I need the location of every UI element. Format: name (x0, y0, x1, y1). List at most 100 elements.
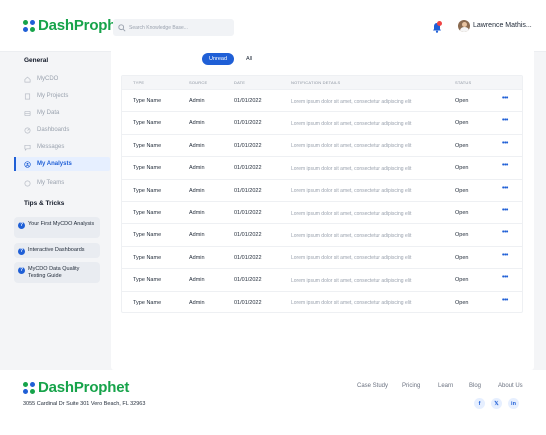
sidebar-item-label: My Data (37, 110, 60, 116)
type-cell: Type Name (133, 299, 162, 306)
source-cell: Admin (189, 120, 205, 127)
table-row[interactable]: Type Name Admin 01/01/2022 Lorem ipsum dolo… (122, 268, 522, 290)
notifications-card: Unread All TYPE SOURCE DATE NOTIFICATION… (111, 41, 534, 370)
details-cell: Lorem ipsum dolor sit amet, consectetur … (291, 277, 412, 284)
avatar[interactable] (458, 20, 470, 32)
tip-first-analysis[interactable]: ? Your First MyCDO Analysis (14, 217, 100, 238)
search-icon (118, 23, 126, 32)
facebook-icon[interactable]: f (474, 398, 485, 409)
table-row[interactable]: Type Name Admin 01/01/2022 Lorem ipsum dolo… (122, 178, 522, 201)
table-row[interactable]: Type Name Admin 01/01/2022 Lorem ipsum dolo… (122, 290, 522, 313)
question-icon: ? (18, 247, 25, 255)
team-icon (24, 180, 31, 186)
footer-logo[interactable]: DashProphet (23, 379, 129, 396)
column-header-type: TYPE (133, 80, 145, 85)
more-options-icon[interactable]: ••• (502, 297, 508, 304)
table-row[interactable]: Type Name Admin 01/01/2022 Lorem ipsum dolo… (122, 245, 522, 268)
notifications-table: TYPE SOURCE DATE NOTIFICATION DETAILS ST… (121, 75, 523, 313)
details-cell: Lorem ipsum dolor sit amet, consectetur … (291, 255, 412, 262)
source-cell: Admin (189, 187, 205, 194)
question-icon: ? (18, 221, 25, 229)
source-cell: Admin (189, 98, 205, 104)
more-options-icon[interactable]: ••• (502, 229, 508, 236)
source-cell: Admin (189, 254, 205, 261)
tip-label: Interactive Dashboards (28, 247, 85, 253)
type-cell: Type Name (133, 142, 162, 149)
details-cell: Lorem ipsum dolor sit amet, consectetur … (291, 210, 412, 217)
type-cell: Type Name (133, 98, 162, 104)
document-icon (24, 93, 31, 99)
search-input[interactable] (129, 24, 229, 31)
status-cell: Open (455, 299, 469, 306)
column-header-details: NOTIFICATION DETAILS (291, 80, 341, 85)
status-cell: Open (455, 254, 469, 261)
type-cell: Type Name (133, 120, 162, 127)
table-row[interactable]: Type Name Admin 01/01/2022 Lorem ipsum dolo… (122, 133, 522, 156)
general-heading: General (24, 57, 49, 64)
details-cell: Lorem ipsum dolor sit amet, consectetur … (291, 98, 412, 105)
source-cell: Admin (189, 142, 205, 149)
sidebar-item-my-analysts[interactable]: My Analysts (14, 157, 110, 171)
status-cell: Open (455, 98, 469, 104)
sidebar-item-dashboards[interactable]: Dashboards (14, 123, 110, 137)
table-row[interactable]: Type Name Admin 01/01/2022 Lorem ipsum dolo… (122, 111, 522, 133)
type-cell: Type Name (133, 187, 162, 194)
tip-label: MyCDO Data Quality Testing Guide (28, 266, 80, 279)
date-cell: 01/01/2022 (234, 210, 262, 216)
database-icon (24, 110, 31, 116)
message-icon (24, 144, 31, 151)
status-cell: Open (455, 187, 469, 194)
status-cell: Open (455, 277, 469, 284)
more-options-icon[interactable]: ••• (502, 140, 508, 147)
home-icon (24, 76, 31, 82)
more-options-icon[interactable]: ••• (502, 207, 508, 214)
unread-filter-button[interactable]: Unread (202, 53, 234, 65)
table-row[interactable]: Type Name Admin 01/01/2022 Lorem ipsum dolo… (122, 156, 522, 178)
details-cell: Lorem ipsum dolor sit amet, consectetur … (291, 143, 412, 150)
linkedin-icon[interactable]: in (508, 398, 519, 409)
date-cell: 01/01/2022 (234, 232, 262, 239)
twitter-icon[interactable]: 𝕏 (491, 398, 502, 409)
all-filter-button[interactable]: All (234, 53, 264, 65)
user-name[interactable]: Lawrence Mathis... (473, 22, 532, 29)
footer-link-blog[interactable]: Blog (469, 383, 481, 389)
more-options-icon[interactable]: ••• (502, 117, 508, 124)
date-cell: 01/01/2022 (234, 187, 262, 194)
type-cell: Type Name (133, 254, 162, 261)
status-cell: Open (455, 232, 469, 239)
sidebar-item-my-projects[interactable]: My Projects (14, 89, 110, 103)
details-cell: Lorem ipsum dolor sit amet, consectetur … (291, 120, 412, 127)
type-cell: Type Name (133, 165, 162, 172)
table-row[interactable]: Type Name Admin 01/01/2022 Lorem ipsum dolo… (122, 201, 522, 223)
more-options-icon[interactable]: ••• (502, 162, 508, 169)
tip-interactive-dashboards[interactable]: ? Interactive Dashboards (14, 243, 100, 258)
tip-data-quality-guide[interactable]: ? MyCDO Data Quality Testing Guide (14, 262, 100, 283)
brand-name: DashProphet (38, 379, 130, 396)
sidebar-item-mycdo[interactable]: MyCDO (14, 72, 110, 86)
type-cell: Type Name (133, 210, 162, 216)
details-cell: Lorem ipsum dolor sit amet, consectetur … (291, 300, 412, 307)
date-cell: 01/01/2022 (234, 165, 262, 172)
sidebar-item-my-data[interactable]: My Data (14, 106, 110, 120)
dashboard-icon (24, 127, 31, 133)
sidebar-item-my-teams[interactable]: My Teams (14, 176, 110, 190)
sidebar-item-label: Dashboards (37, 127, 70, 133)
footer-link-learn[interactable]: Learn (438, 383, 453, 389)
sidebar-item-label: My Teams (37, 180, 65, 186)
more-options-icon[interactable]: ••• (502, 95, 508, 102)
footer-link-pricing[interactable]: Pricing (402, 383, 420, 389)
tips-heading: Tips & Tricks (24, 200, 65, 207)
details-cell: Lorem ipsum dolor sit amet, consectetur … (291, 188, 412, 195)
sidebar-item-label: Messages (37, 144, 65, 150)
footer-link-case-study[interactable]: Case Study (357, 383, 388, 389)
table-row[interactable]: Type Name Admin 01/01/2022 Lorem ipsum dolo… (122, 89, 522, 111)
read-filter-toggle: Unread All (202, 53, 266, 65)
table-row[interactable]: Type Name Admin 01/01/2022 Lorem ipsum dolo… (122, 223, 522, 245)
sidebar-item-messages[interactable]: Messages (14, 140, 110, 154)
more-options-icon[interactable]: ••• (502, 274, 508, 281)
more-options-icon[interactable]: ••• (502, 185, 508, 192)
footer-link-about-us[interactable]: About Us (498, 383, 523, 389)
search-box[interactable] (113, 19, 234, 36)
sidebar-item-label: My Analysts (37, 161, 72, 167)
more-options-icon[interactable]: ••• (502, 252, 508, 259)
